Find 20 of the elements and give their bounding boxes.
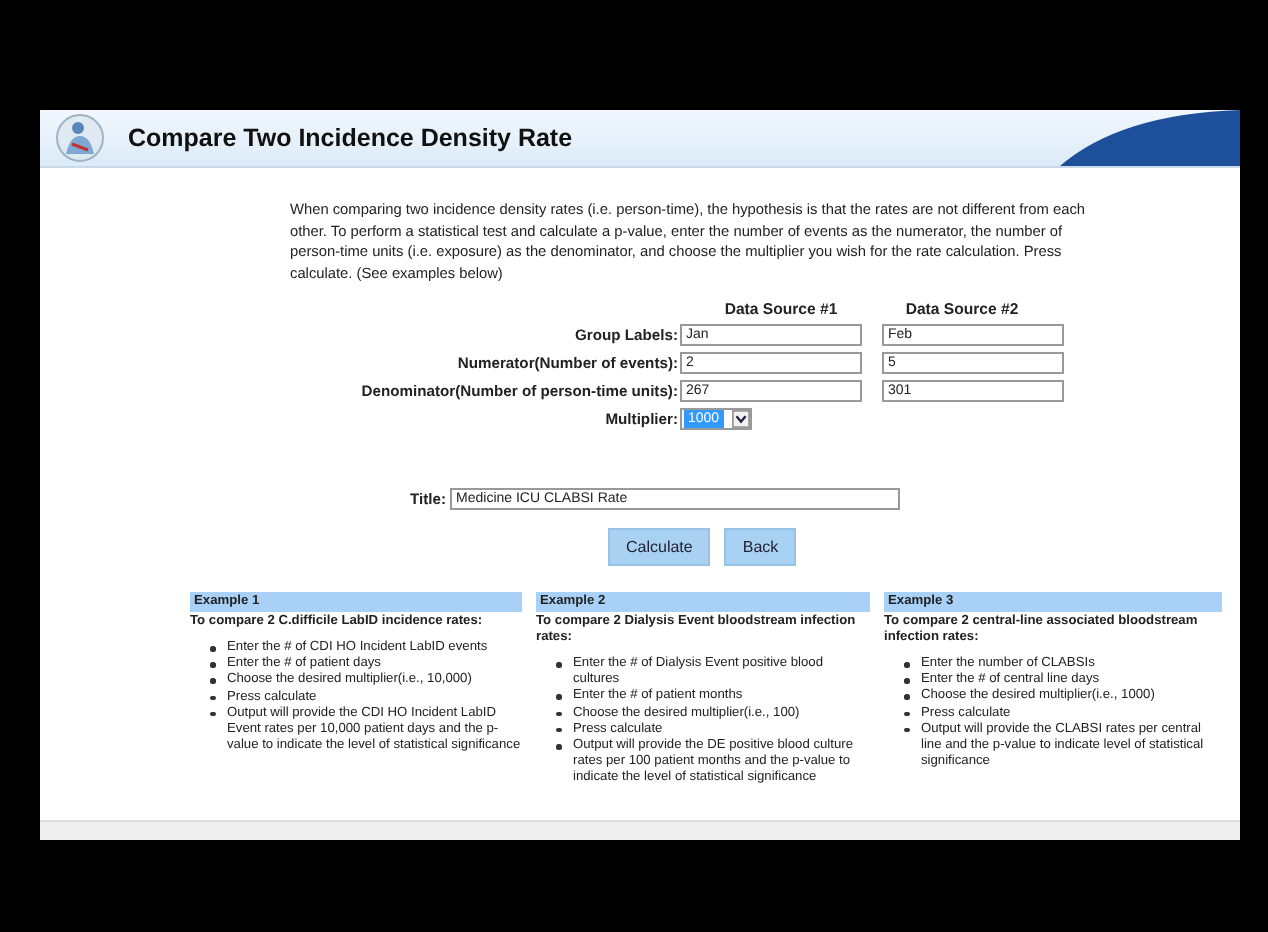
bullet-icon [904,727,909,733]
bullet-icon [904,662,909,667]
bullet-icon [210,678,215,684]
bullet-icon [210,646,215,651]
page-title: Compare Two Incidence Density Rate [128,124,573,152]
action-button[interactable]: Back [724,528,797,566]
bullet-icon [210,695,215,701]
doctor-icon [56,114,104,162]
bullet-icon [210,662,215,668]
bullet-icon [904,694,909,700]
bullet-icon [556,727,561,733]
bullet-icon [556,744,561,750]
bullet-icon [556,662,561,667]
bullet-icon [904,678,909,684]
bullet-icon [556,694,561,700]
bullet-icon [210,711,215,717]
caret-icon[interactable] [732,410,750,428]
bullet-icon [904,711,909,717]
bullet-icon [556,711,561,717]
action-button[interactable]: Calculate [608,528,711,566]
